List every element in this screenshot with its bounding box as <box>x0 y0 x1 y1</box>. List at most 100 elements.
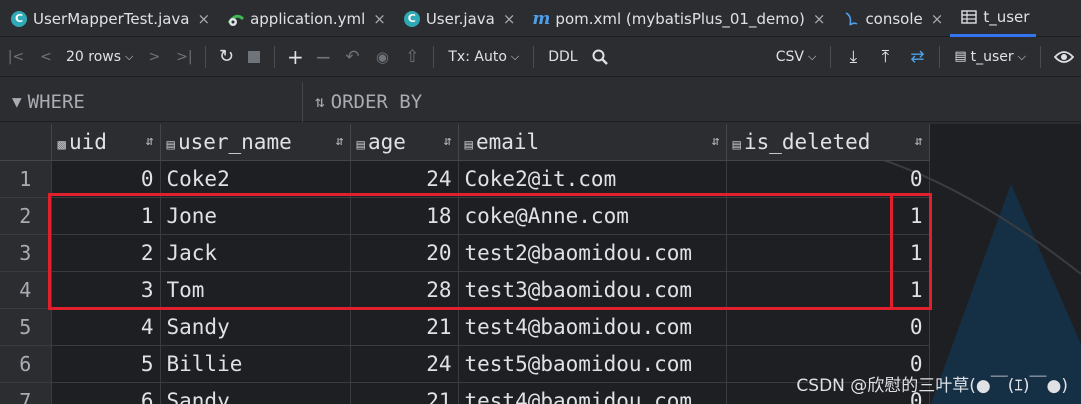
add-row-icon[interactable]: + <box>281 37 309 77</box>
tab-console[interactable]: console × <box>832 0 950 37</box>
transaction-mode-dropdown[interactable]: Tx: Auto ⌵ <box>440 37 527 77</box>
table-selector-dropdown[interactable]: ▤ t_user ⌵ <box>946 37 1034 77</box>
column-icon: ▤ <box>732 136 741 153</box>
cell-email[interactable]: test4@baomidou.com <box>458 308 727 346</box>
column-header-email[interactable]: ▤ email ⇵ <box>458 124 727 161</box>
sort-arrows-icon[interactable]: ⇵ <box>444 134 452 149</box>
cell-email[interactable]: coke@Anne.com <box>458 197 727 235</box>
import-upload-icon[interactable]: ⤒ <box>869 37 901 77</box>
cell-email[interactable]: test2@baomidou.com <box>458 234 727 272</box>
column-header-user-name[interactable]: ▤ user_name ⇵ <box>160 124 351 161</box>
sort-arrows-icon[interactable]: ⇵ <box>336 134 344 149</box>
table-row[interactable]: 2 1 Jone 18 coke@Anne.com 1 <box>0 197 930 235</box>
cell-email[interactable]: test5@baomidou.com <box>458 345 727 383</box>
cell-user-name[interactable]: Sandy <box>160 308 351 346</box>
next-page-icon[interactable]: > <box>139 37 169 77</box>
toolbar-divider <box>274 45 276 68</box>
sort-arrows-icon[interactable]: ⇵ <box>712 134 720 149</box>
cell-user-name[interactable]: Tom <box>160 271 351 309</box>
export-format-label: CSV <box>775 48 804 65</box>
row-number: 5 <box>0 308 52 346</box>
close-icon[interactable]: × <box>503 10 516 28</box>
column-icon: ▤ <box>166 136 175 153</box>
eye-icon[interactable] <box>1047 37 1081 77</box>
cell-uid[interactable]: 0 <box>51 160 161 198</box>
cell-is-deleted[interactable]: 1 <box>726 271 930 309</box>
sort-arrows-icon[interactable]: ⇵ <box>146 134 154 149</box>
first-page-icon[interactable]: |< <box>0 37 32 77</box>
cell-uid[interactable]: 4 <box>51 308 161 346</box>
table-small-icon: ▤ <box>954 49 967 64</box>
order-by-input[interactable]: ⇅ ORDER BY <box>303 82 422 122</box>
refresh-icon[interactable]: ↻ <box>212 37 240 77</box>
tab-label: User.java <box>425 9 495 28</box>
cell-age[interactable]: 24 <box>350 160 459 198</box>
cell-uid[interactable]: 6 <box>51 382 161 404</box>
export-format-dropdown[interactable]: CSV ⌵ <box>768 37 825 77</box>
cell-uid[interactable]: 2 <box>51 234 161 272</box>
cell-age[interactable]: 21 <box>350 382 459 404</box>
table-row[interactable]: 7 6 Sandy 21 test4@baomidou.com 0 <box>0 382 930 404</box>
cell-age[interactable]: 21 <box>350 308 459 346</box>
cell-is-deleted[interactable]: 1 <box>726 234 930 272</box>
maven-m-icon: m <box>532 8 551 29</box>
export-download-icon[interactable]: ⤓ <box>837 37 869 77</box>
tab-pom-xml[interactable]: m pom.xml (mybatisPlus_01_demo) × <box>522 0 832 37</box>
table-row[interactable]: 5 4 Sandy 21 test4@baomidou.com 0 <box>0 308 930 346</box>
column-header-is-deleted[interactable]: ▤ is_deleted ⇵ <box>726 124 930 161</box>
cell-age[interactable]: 28 <box>350 271 459 309</box>
cell-user-name[interactable]: Sandy <box>160 382 351 404</box>
column-header-age[interactable]: ▤ age ⇵ <box>350 124 459 161</box>
filter-bar: ▼ WHERE ⇅ ORDER BY <box>0 81 1081 122</box>
table-row[interactable]: 4 3 Tom 28 test3@baomidou.com 1 <box>0 271 930 309</box>
sort-icon: ⇅ <box>315 92 325 111</box>
compare-icon[interactable]: ⇄ <box>901 37 933 77</box>
cell-is-deleted[interactable]: 0 <box>726 308 930 346</box>
tab-application-yml[interactable]: application.yml × <box>217 0 393 37</box>
close-icon[interactable]: × <box>373 10 386 28</box>
tab-usermappertest[interactable]: C UserMapperTest.java × <box>0 0 217 37</box>
table-row[interactable]: 3 2 Jack 20 test2@baomidou.com 1 <box>0 234 930 272</box>
view-query-icon[interactable]: ◉ <box>367 37 397 77</box>
cell-is-deleted[interactable]: 1 <box>726 197 930 235</box>
table-row[interactable]: 1 0 Coke2 24 Coke2@it.com 0 <box>0 160 930 198</box>
cell-email[interactable]: test4@baomidou.com <box>458 382 727 404</box>
cell-uid[interactable]: 3 <box>51 271 161 309</box>
close-icon[interactable]: × <box>813 10 826 28</box>
row-number: 3 <box>0 234 52 272</box>
rows-per-page-dropdown[interactable]: 20 rows ⌵ <box>60 37 139 77</box>
close-icon[interactable]: × <box>198 10 211 28</box>
close-icon[interactable]: × <box>931 10 944 28</box>
cell-uid[interactable]: 5 <box>51 345 161 383</box>
search-icon[interactable] <box>586 37 614 77</box>
cell-user-name[interactable]: Coke2 <box>160 160 351 198</box>
cell-user-name[interactable]: Billie <box>160 345 351 383</box>
delete-row-icon[interactable]: − <box>309 37 337 77</box>
column-header-uid[interactable]: ▩ uid ⇵ <box>51 124 161 161</box>
cell-age[interactable]: 18 <box>350 197 459 235</box>
cell-age[interactable]: 24 <box>350 345 459 383</box>
column-icon: ▤ <box>464 136 473 153</box>
cell-user-name[interactable]: Jone <box>160 197 351 235</box>
tab-user-java[interactable]: C User.java × <box>393 0 523 37</box>
previous-page-icon[interactable]: < <box>32 37 60 77</box>
revert-icon[interactable]: ↶ <box>337 37 367 77</box>
cell-user-name[interactable]: Jack <box>160 234 351 272</box>
primary-key-icon: ▩ <box>57 136 66 153</box>
cell-email[interactable]: test3@baomidou.com <box>458 271 727 309</box>
last-page-icon[interactable]: >| <box>169 37 199 77</box>
toolbar-divider <box>433 45 435 68</box>
toolbar-divider <box>830 45 832 68</box>
cell-age[interactable]: 20 <box>350 234 459 272</box>
column-name: is_deleted <box>743 129 871 154</box>
cell-email[interactable]: Coke2@it.com <box>458 160 727 198</box>
sort-arrows-icon[interactable]: ⇵ <box>915 134 923 149</box>
ddl-button[interactable]: DDL <box>540 37 585 77</box>
stop-icon[interactable] <box>240 37 268 77</box>
submit-icon[interactable]: ⇧ <box>397 37 427 77</box>
where-filter-input[interactable]: ▼ WHERE <box>0 81 303 122</box>
cell-is-deleted[interactable]: 0 <box>726 160 930 198</box>
tab-t-user[interactable]: t_user <box>950 0 1037 37</box>
table-row[interactable]: 6 5 Billie 24 test5@baomidou.com 0 <box>0 345 930 383</box>
cell-uid[interactable]: 1 <box>51 197 161 235</box>
